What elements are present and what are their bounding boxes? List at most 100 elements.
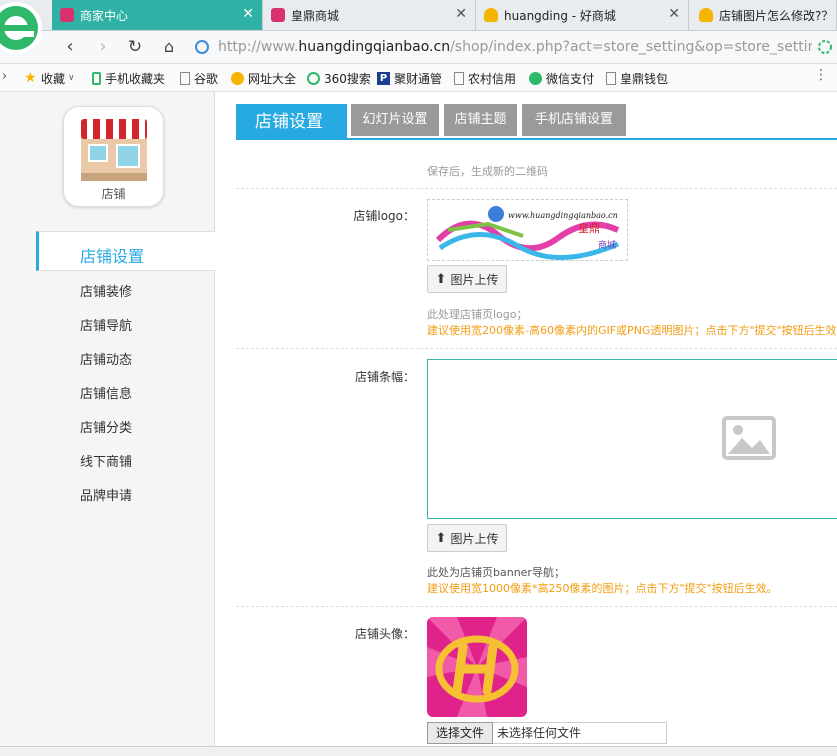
store-avatar-label: 店铺头像：: [354, 627, 415, 641]
sidebar-item-label: 店铺设置: [80, 247, 145, 266]
bookmark-label: 手机收藏夹: [105, 71, 166, 86]
address-bar: ‹ › ↻ ⌂ http://www.huangdingqianbao.cn/s…: [0, 31, 837, 64]
store-logo-preview: www.huangdingqianbao.cn 皇鼎 商城: [427, 199, 628, 261]
bookmark-huangding-wallet[interactable]: 皇鼎钱包: [606, 69, 668, 87]
refresh-icon[interactable]: ↻: [125, 37, 145, 57]
main-content: 店铺设置 幻灯片设置 店铺主题 手机店铺设置 保存后，生成新的二维码 店铺log…: [215, 92, 837, 756]
back-icon[interactable]: ‹: [60, 37, 80, 57]
logo-preview-brand: 皇鼎: [578, 221, 600, 235]
bookmark-google[interactable]: 谷歌: [180, 69, 218, 87]
banner-size-hint: 建议使用宽1000像素*高250像素的图片；点击下方"提交"按钮后生效。: [427, 582, 778, 595]
bookmark-label: 微信支付: [546, 71, 595, 86]
tab-title: 商家中心: [80, 8, 129, 23]
bookmarks-bar: › ★ 收藏 ∨ 手机收藏夹 谷歌 网址大全 360搜索 P 聚财通管 农村信用…: [0, 64, 837, 92]
bookmark-label: 皇鼎钱包: [620, 71, 669, 86]
home-icon[interactable]: ⌂: [159, 37, 179, 57]
bookmark-label: 聚财通管: [394, 71, 443, 86]
page-icon: [606, 71, 616, 85]
url-field[interactable]: http://www.huangdingqianbao.cn/shop/inde…: [192, 36, 812, 58]
sidebar-item-store-news[interactable]: 店铺动态: [80, 349, 132, 368]
tab-store-settings[interactable]: 店铺设置: [236, 104, 347, 140]
logo-hint: 此处理店铺页logo；: [427, 308, 528, 321]
browser-logo-icon: [0, 2, 42, 54]
tab-slideshow-settings[interactable]: 幻灯片设置: [351, 104, 439, 136]
store-logo-label: 店铺logo：: [353, 209, 415, 223]
store-banner-preview: [427, 359, 837, 519]
bookmark-rural-credit[interactable]: 农村信用: [454, 69, 516, 87]
sidebar-item-store-decoration[interactable]: 店铺装修: [80, 281, 132, 300]
qr-hint: 保存后，生成新的二维码: [427, 165, 548, 178]
storefront-icon: [81, 119, 147, 181]
site-security-icon: [195, 40, 209, 54]
page-icon: [180, 71, 190, 85]
bookmark-label: 收藏: [41, 71, 66, 86]
tab-title: huangding - 好商城: [504, 8, 616, 23]
h-logo-icon: [427, 617, 527, 717]
chevron-right-icon[interactable]: ›: [2, 69, 7, 84]
bookmark-label: 网址大全: [248, 71, 297, 86]
banner-hint: 此处为店铺页banner导航；: [427, 566, 565, 579]
url-host: huangdingqianbao.cn: [298, 39, 451, 55]
p-icon: P: [377, 71, 390, 85]
site-favicon-icon: [60, 8, 74, 22]
divider: [236, 606, 837, 607]
upload-icon: ⬆: [435, 530, 447, 546]
phone-icon: [92, 71, 101, 85]
trophy-icon: [699, 8, 713, 22]
sidebar-item-store-info[interactable]: 店铺信息: [80, 383, 132, 402]
close-icon[interactable]: ✕: [242, 6, 254, 22]
bookmark-label: 谷歌: [194, 71, 219, 86]
tab-merchant-center[interactable]: 商家中心 ✕: [52, 0, 263, 30]
url-path: /shop/index.php?act=store_setting&op=sto…: [450, 39, 812, 55]
store-avatar-image: [427, 617, 527, 717]
page-icon: [454, 71, 464, 85]
tab-store-theme[interactable]: 店铺主题: [444, 104, 517, 136]
logo-preview-brand2: 商城: [598, 239, 616, 251]
globe-icon: [231, 71, 244, 85]
banner-upload-button[interactable]: ⬆ 图片上传: [427, 524, 507, 552]
tab-title: 皇鼎商城: [291, 8, 340, 23]
bookmark-360-search[interactable]: 360搜索: [307, 69, 371, 87]
tab-question[interactable]: 店铺图片怎么修改?？: [689, 0, 837, 30]
logo-size-hint: 建议使用宽200像素-高60像素内的GIF或PNG透明图片；点击下方"提交"按钮…: [427, 324, 837, 337]
trophy-icon: [484, 8, 498, 22]
sidebar: 店铺 店铺设置 店铺装修 店铺导航 店铺动态 店铺信息 店铺分类 线下商铺 品牌…: [0, 92, 215, 756]
upload-label: 图片上传: [450, 531, 499, 546]
sidebar-item-store-category[interactable]: 店铺分类: [80, 417, 132, 436]
tab-mobile-store-settings[interactable]: 手机店铺设置: [522, 104, 626, 136]
tab-title: 店铺图片怎么修改?？: [719, 8, 834, 23]
logo-upload-button[interactable]: ⬆ 图片上传: [427, 265, 507, 293]
tab-huangding-mall[interactable]: 皇鼎商城 ✕: [263, 0, 476, 30]
bookmark-label: 360搜索: [324, 71, 371, 86]
close-icon[interactable]: ✕: [455, 6, 467, 22]
store-logo-image: www.huangdingqianbao.cn 皇鼎 商城: [435, 206, 620, 260]
store-banner-label: 店铺条幅：: [354, 370, 415, 384]
upload-label: 图片上传: [450, 272, 499, 287]
bookmark-url-guide[interactable]: 网址大全: [231, 69, 296, 87]
sidebar-item-offline-store[interactable]: 线下商铺: [80, 451, 132, 470]
logo-preview-text: www.huangdingqianbao.cn: [508, 211, 618, 220]
image-placeholder-icon: [722, 416, 776, 460]
more-vertical-icon[interactable]: ⋮: [814, 67, 828, 83]
divider: [236, 188, 837, 189]
tab-huangding-good-mall[interactable]: huangding - 好商城 ✕: [476, 0, 689, 30]
bookmark-label: 农村信用: [468, 71, 517, 86]
store-card[interactable]: 店铺: [63, 106, 164, 207]
close-icon[interactable]: ✕: [668, 6, 680, 22]
sidebar-item-store-settings[interactable]: 店铺设置: [36, 231, 215, 271]
sidebar-item-brand-apply[interactable]: 品牌申请: [80, 485, 132, 504]
wechat-icon: [529, 71, 542, 85]
search-360-icon: [307, 71, 320, 85]
bookmark-wechat-pay[interactable]: 微信支付: [529, 69, 594, 87]
browser-tab-strip: 商家中心 ✕ 皇鼎商城 ✕ huangding - 好商城 ✕ 店铺图片怎么修改…: [0, 0, 837, 31]
choose-file-button[interactable]: 选择文件: [427, 722, 493, 744]
bookmark-favorites[interactable]: ★ 收藏 ∨: [24, 69, 75, 87]
forward-icon[interactable]: ›: [93, 37, 113, 57]
status-bar: [0, 746, 837, 756]
extension-icon[interactable]: [817, 39, 833, 55]
bookmark-jucai[interactable]: P 聚财通管: [377, 69, 442, 87]
sidebar-item-store-navigation[interactable]: 店铺导航: [80, 315, 132, 334]
bookmark-mobile[interactable]: 手机收藏夹: [92, 69, 165, 87]
site-favicon-icon: [271, 8, 285, 22]
divider: [236, 348, 837, 349]
